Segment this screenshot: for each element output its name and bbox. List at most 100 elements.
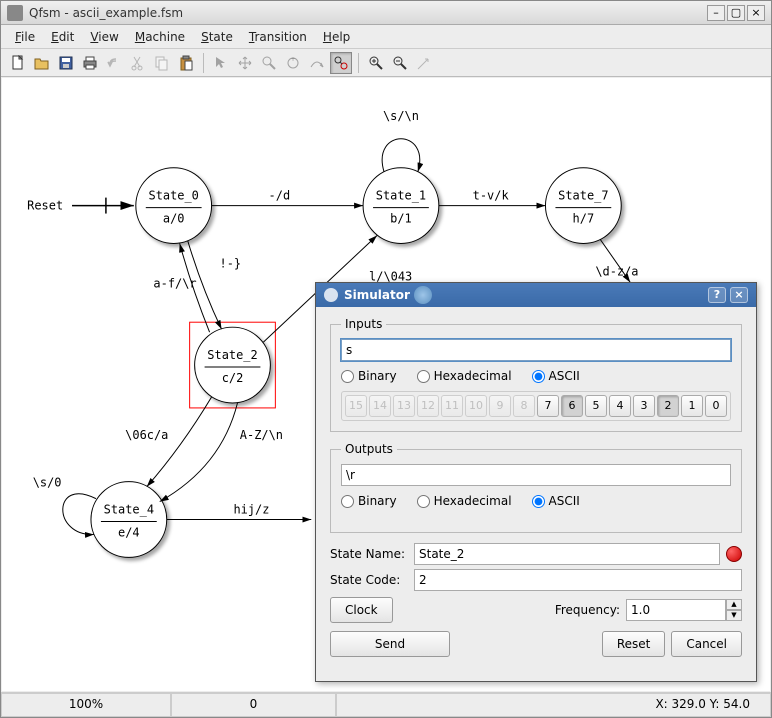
menu-bar: File Edit View Machine State Transition … (1, 25, 771, 49)
bit-9: 9 (489, 395, 511, 417)
toolbar: + (1, 49, 771, 77)
menu-file[interactable]: File (9, 28, 41, 46)
svg-text:hij/z: hij/z (233, 503, 269, 517)
svg-text:c/2: c/2 (222, 371, 244, 385)
bit-2[interactable]: 2 (657, 395, 679, 417)
main-window: Qfsm - ascii_example.fsm – ▢ × File Edit… (0, 0, 772, 718)
svg-text:-/d: -/d (269, 189, 291, 203)
help-button[interactable]: ? (708, 287, 726, 303)
svg-text:b/1: b/1 (390, 212, 412, 226)
title-bar: Qfsm - ascii_example.fsm – ▢ × (1, 1, 771, 25)
state-name-label: State Name: (330, 547, 408, 561)
reset-label: Reset (27, 199, 63, 213)
svg-text:h/7: h/7 (573, 212, 595, 226)
zoom-in-button[interactable] (365, 52, 387, 74)
toolbar-separator (358, 53, 359, 73)
new-file-button[interactable] (7, 52, 29, 74)
bit-7[interactable]: 7 (537, 395, 559, 417)
inputs-binary-radio[interactable]: Binary (341, 369, 397, 383)
toolbar-separator (203, 53, 204, 73)
status-selection: 0 (171, 693, 336, 717)
print-button[interactable] (79, 52, 101, 74)
add-transition-button (306, 52, 328, 74)
state-7[interactable]: State_7 h/7 (545, 168, 621, 244)
outputs-legend: Outputs (341, 442, 397, 456)
svg-text:\s/0: \s/0 (33, 476, 62, 490)
bit-13: 13 (393, 395, 415, 417)
app-icon (7, 5, 23, 21)
bit-1[interactable]: 1 (681, 395, 703, 417)
cancel-button[interactable]: Cancel (671, 631, 742, 657)
svg-text:a-f/\r: a-f/\r (153, 276, 196, 290)
state-2[interactable]: State_2 c/2 (195, 327, 271, 403)
inputs-ascii-radio[interactable]: ASCII (532, 369, 580, 383)
bit-6[interactable]: 6 (561, 395, 583, 417)
outputs-hex-radio[interactable]: Hexadecimal (417, 494, 512, 508)
zoom-out-button[interactable] (389, 52, 411, 74)
paste-button[interactable] (175, 52, 197, 74)
svg-text:A-Z/\n: A-Z/\n (240, 428, 283, 442)
menu-view[interactable]: View (84, 28, 124, 46)
bit-10: 10 (465, 395, 487, 417)
cut-button (127, 52, 149, 74)
frequency-down[interactable]: ▼ (726, 610, 742, 621)
frequency-field[interactable] (626, 599, 726, 621)
outputs-binary-radio[interactable]: Binary (341, 494, 397, 508)
svg-text:\d-z/a: \d-z/a (595, 264, 638, 278)
clock-button[interactable]: Clock (330, 597, 393, 623)
status-coords: X: 329.0 Y: 54.0 (336, 693, 771, 717)
dialog-close-button[interactable]: × (730, 287, 748, 303)
bit-15: 15 (345, 395, 367, 417)
outputs-ascii-radio[interactable]: ASCII (532, 494, 580, 508)
select-tool-button (210, 52, 232, 74)
menu-help[interactable]: Help (317, 28, 356, 46)
svg-text:a/0: a/0 (163, 212, 185, 226)
zoom-tool-button (258, 52, 280, 74)
state-1[interactable]: State_1 b/1 (363, 168, 439, 244)
menu-machine[interactable]: Machine (129, 28, 191, 46)
bit-12: 12 (417, 395, 439, 417)
svg-text:State_1: State_1 (376, 189, 426, 203)
simulate-button[interactable] (330, 52, 352, 74)
svg-text:!-}: !-} (220, 256, 242, 270)
simulator-icon (324, 288, 338, 302)
inputs-legend: Inputs (341, 317, 386, 331)
state-indicator-icon (726, 546, 742, 562)
svg-text:State_0: State_0 (149, 189, 199, 203)
bit-3[interactable]: 3 (633, 395, 655, 417)
bit-0[interactable]: 0 (705, 395, 727, 417)
bit-5[interactable]: 5 (585, 395, 607, 417)
status-zoom: 100% (1, 693, 171, 717)
send-button[interactable]: Send (330, 631, 450, 657)
bit-4[interactable]: 4 (609, 395, 631, 417)
bit-11: 11 (441, 395, 463, 417)
svg-text:\06c/a: \06c/a (125, 428, 168, 442)
simulator-dialog: Simulator ? × Inputs Binary Hexadecimal … (315, 282, 757, 682)
svg-text:\s/\n: \s/\n (383, 109, 419, 123)
open-file-button[interactable] (31, 52, 53, 74)
svg-text:State_7: State_7 (558, 189, 608, 203)
simulator-title: Simulator (344, 288, 410, 302)
undo-button (103, 52, 125, 74)
maximize-button[interactable]: ▢ (727, 5, 745, 21)
inputs-field[interactable] (341, 339, 731, 361)
state-4[interactable]: State_4 e/4 (91, 482, 167, 558)
state-0[interactable]: State_0 a/0 (136, 168, 212, 244)
save-button[interactable] (55, 52, 77, 74)
frequency-spinbox[interactable]: ▲ ▼ (626, 599, 742, 621)
menu-state[interactable]: State (195, 28, 239, 46)
bit-8: 8 (513, 395, 535, 417)
inputs-group: Inputs Binary Hexadecimal ASCII 15 14 13… (330, 317, 742, 432)
frequency-up[interactable]: ▲ (726, 599, 742, 610)
menu-transition[interactable]: Transition (243, 28, 313, 46)
kde-logo-icon (414, 286, 432, 304)
reset-button[interactable]: Reset (602, 631, 666, 657)
state-name-field (414, 543, 720, 565)
svg-text:+: + (290, 56, 295, 63)
svg-text:t-v/k: t-v/k (473, 189, 510, 203)
menu-edit[interactable]: Edit (45, 28, 80, 46)
inputs-hex-radio[interactable]: Hexadecimal (417, 369, 512, 383)
close-button[interactable]: × (747, 5, 765, 21)
minimize-button[interactable]: – (707, 5, 725, 21)
simulator-title-bar[interactable]: Simulator ? × (316, 283, 756, 307)
